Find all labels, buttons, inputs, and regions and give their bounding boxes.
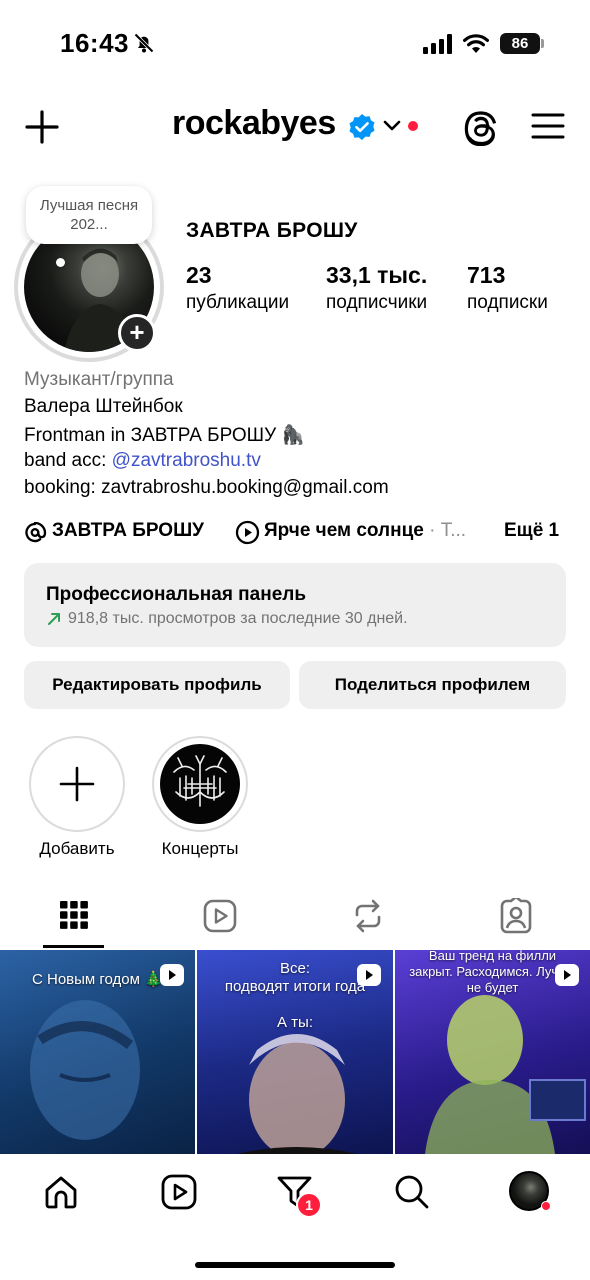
music-artist-truncated: · Т... bbox=[429, 520, 467, 541]
followers-label[interactable]: подписчики bbox=[326, 292, 427, 314]
profile-note[interactable]: Лучшая песня 202... bbox=[26, 186, 152, 244]
verified-badge-icon bbox=[348, 113, 376, 141]
bio-booking: booking: zavtrabroshu.booking@gmail.com bbox=[24, 477, 389, 498]
band-logo-icon bbox=[160, 744, 240, 824]
edit-profile-button[interactable]: Редактировать профиль bbox=[24, 661, 290, 709]
chevron-down-icon[interactable] bbox=[383, 119, 401, 133]
home-icon[interactable] bbox=[43, 1174, 79, 1210]
pro-panel-subtitle: 918,8 тыс. просмотров за последние 30 дн… bbox=[68, 610, 408, 627]
battery-indicator: 86 bbox=[500, 33, 540, 54]
bio-band-prefix: band acc: bbox=[24, 450, 112, 471]
battery-tip bbox=[541, 39, 544, 48]
notification-badge: 1 bbox=[296, 1192, 322, 1218]
highlight-concerts[interactable] bbox=[152, 736, 248, 832]
reels-icon[interactable] bbox=[161, 1174, 197, 1210]
post-tile-2[interactable]: Все: подводят итоги года А ты: bbox=[197, 950, 393, 1154]
more-links-button[interactable]: Ещё 1 bbox=[504, 520, 559, 542]
threads-small-icon bbox=[24, 522, 48, 544]
reposts-tab-icon[interactable] bbox=[352, 898, 384, 934]
bio-name: Валера Штейнбок bbox=[24, 396, 183, 417]
reels-tab-icon[interactable] bbox=[203, 899, 237, 933]
following-label[interactable]: подписки bbox=[467, 292, 548, 314]
pro-panel-title: Профессиональная панель bbox=[46, 584, 307, 605]
posts-label[interactable]: публикации bbox=[186, 292, 289, 314]
tagged-tab-icon[interactable] bbox=[499, 898, 533, 934]
highlight-concerts-label: Концерты bbox=[161, 839, 239, 858]
reel-badge-icon bbox=[160, 964, 184, 986]
profile-category: Музыкант/группа bbox=[24, 369, 174, 390]
band-account-link[interactable]: @zavtrabroshu.tv bbox=[112, 450, 261, 471]
cellular-signal-icon bbox=[423, 34, 453, 54]
wifi-icon bbox=[462, 32, 490, 54]
music-title: Ярче чем солнце bbox=[264, 520, 424, 541]
music-link[interactable]: Ярче чем солнце · Т... bbox=[264, 520, 466, 542]
menu-icon[interactable] bbox=[531, 112, 565, 140]
post-tile-3[interactable]: Ваш тренд на филли закрыт. Расходимся. Л… bbox=[395, 950, 590, 1154]
followers-count[interactable]: 33,1 тыс. bbox=[326, 262, 427, 289]
notification-dot bbox=[408, 121, 418, 131]
display-name: ЗАВТРА БРОШУ bbox=[186, 219, 358, 242]
username[interactable]: rockabyes bbox=[172, 104, 336, 143]
following-count[interactable]: 713 bbox=[467, 262, 505, 289]
post-tile-1[interactable]: С Новым годом 🎄 bbox=[0, 950, 195, 1154]
search-icon[interactable] bbox=[394, 1174, 430, 1210]
grid-icon[interactable] bbox=[59, 900, 89, 930]
post-2-caption-secondary: А ты: bbox=[277, 1014, 313, 1031]
reel-badge-icon bbox=[357, 964, 381, 986]
post-1-caption: С Новым годом 🎄 bbox=[32, 971, 163, 988]
note-bubble-tail bbox=[56, 258, 65, 267]
home-indicator bbox=[195, 1262, 395, 1268]
bio-band: band acc: @zavtrabroshu.tv bbox=[24, 450, 261, 472]
play-circle-icon bbox=[235, 520, 260, 545]
active-tab-indicator bbox=[43, 945, 104, 948]
bio-frontman: Frontman in ЗАВТРА БРОШУ 🦍 bbox=[24, 425, 306, 446]
mute-bell-icon bbox=[132, 31, 156, 55]
new-highlight-label: Добавить bbox=[39, 839, 115, 858]
profile-notification-dot bbox=[541, 1201, 551, 1211]
new-highlight-button[interactable] bbox=[29, 736, 125, 832]
status-time: 16:43 bbox=[60, 28, 129, 58]
share-profile-button[interactable]: Поделиться профилем bbox=[299, 661, 566, 709]
posts-count[interactable]: 23 bbox=[186, 262, 212, 289]
add-story-button[interactable]: + bbox=[118, 314, 156, 352]
reel-badge-icon bbox=[555, 964, 579, 986]
trending-up-arrow-icon bbox=[46, 611, 62, 627]
threads-link[interactable]: ЗАВТРА БРОШУ bbox=[52, 520, 204, 542]
threads-icon[interactable] bbox=[464, 108, 498, 146]
plus-icon[interactable] bbox=[25, 110, 59, 144]
